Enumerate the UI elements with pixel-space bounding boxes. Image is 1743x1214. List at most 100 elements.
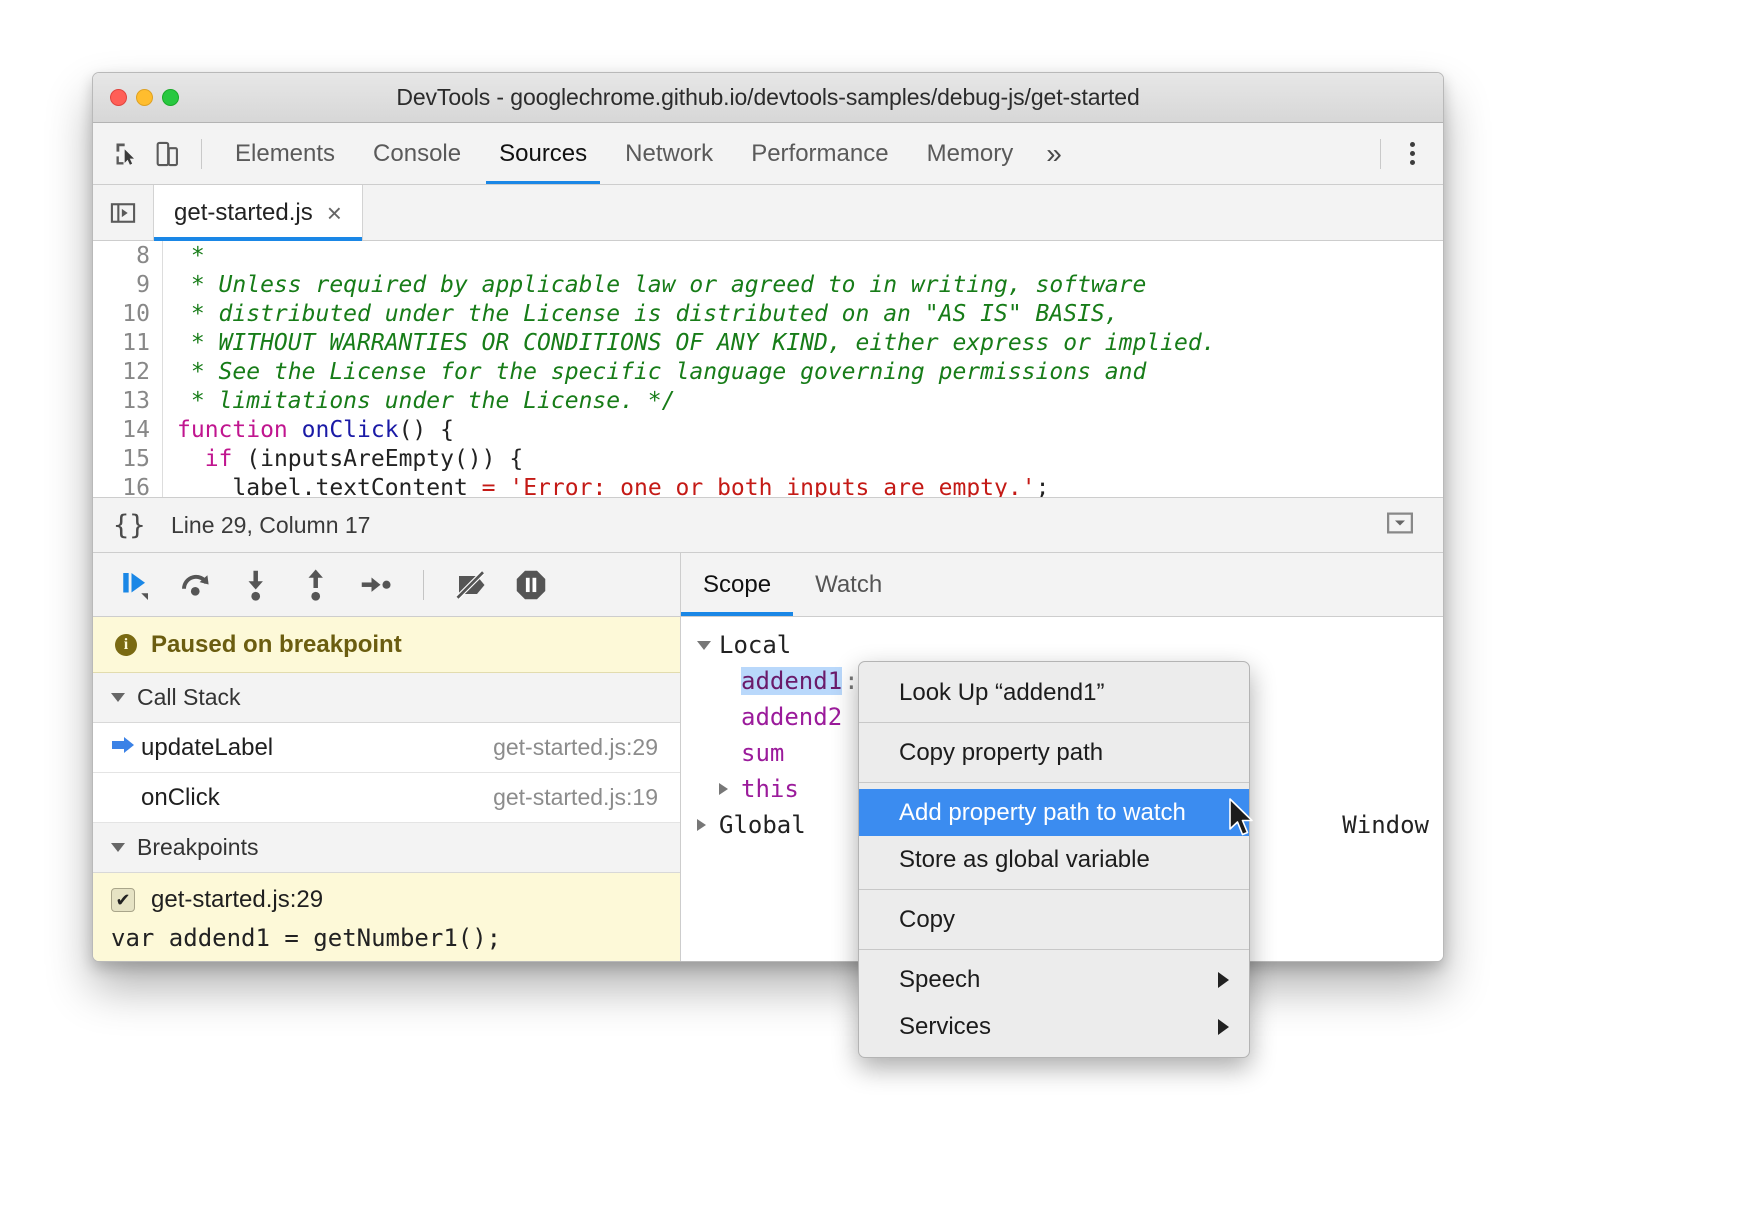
breakpoints-section-header[interactable]: Breakpoints [93,823,680,873]
context-menu-item[interactable]: Look Up “addend1” [859,669,1249,716]
tab-console[interactable]: Console [354,123,480,184]
line-number[interactable]: 13 [93,386,163,415]
code-line: 12 * See the License for the specific la… [93,357,1443,386]
code-token [177,446,205,472]
context-menu-separator [859,949,1249,950]
code-line-text[interactable]: * WITHOUT WARRANTIES OR CONDITIONS OF AN… [163,330,1216,356]
context-menu-item[interactable]: Services [859,1003,1249,1050]
panel-tabs: Elements Console Sources Network Perform… [216,123,1076,184]
pretty-print-braces-icon[interactable]: {} [113,510,171,541]
deactivate-breakpoints-icon[interactable] [446,560,496,610]
line-number[interactable]: 9 [93,270,163,299]
device-toolbar-icon[interactable] [147,134,187,174]
code-line-text[interactable]: * See the License for the specific langu… [163,359,1146,385]
line-number[interactable]: 16 [93,473,163,497]
toolbar-right [1366,134,1429,174]
toolbar-divider [201,139,202,169]
debugger-left-pane: i Paused on breakpoint Call Stack update… [93,553,681,961]
call-stack-frame-onclick[interactable]: onClick get-started.js:19 [93,773,680,823]
code-line: 9 * Unless required by applicable law or… [93,270,1443,299]
context-menu-item[interactable]: Copy [859,896,1249,943]
chevron-right-icon[interactable] [719,783,741,795]
more-tabs-button[interactable]: » [1032,123,1076,184]
devtools-toolbar: Elements Console Sources Network Perform… [93,123,1443,185]
breakpoint-header: ✔ get-started.js:29 [111,886,662,914]
context-menu-item[interactable]: Add property path to watch [859,789,1249,836]
code-line-text[interactable]: if (inputsAreEmpty()) { [163,446,523,472]
step-icon[interactable] [351,560,401,610]
inspect-element-icon[interactable] [107,134,147,174]
line-number[interactable]: 15 [93,444,163,473]
code-line-text[interactable]: * Unless required by applicable law or a… [163,272,1146,298]
info-icon: i [115,634,137,656]
window-titlebar: DevTools - googlechrome.github.io/devtoo… [93,73,1443,123]
line-number[interactable]: 10 [93,299,163,328]
breakpoint-checkbox[interactable]: ✔ [111,888,135,912]
code-token: 'Error: one or both inputs are empty.' [509,475,1035,498]
line-number[interactable]: 8 [93,241,163,270]
code-token: ; [1036,475,1050,498]
context-menu-item[interactable]: Speech [859,956,1249,1003]
scope-property-name: this [741,775,799,803]
context-menu: Look Up “addend1” Copy property path Add p… [858,661,1250,1058]
context-menu-item-label: Copy property path [899,739,1103,767]
breakpoints-title: Breakpoints [137,834,258,861]
code-line: 13 * limitations under the License. */ [93,386,1443,415]
scope-watch-tabs: Scope Watch [681,553,1443,617]
code-line-text[interactable]: * [163,243,219,269]
call-stack-section-header[interactable]: Call Stack [93,673,680,723]
scope-global-value: Window [1342,811,1429,839]
close-icon[interactable]: × [327,200,342,226]
code-token: * WITHOUT WARRANTIES OR CONDITIONS OF AN… [177,330,1216,356]
code-token: * [177,243,219,269]
frame-location: get-started.js:29 [493,734,658,761]
kebab-menu-icon[interactable] [1395,134,1429,174]
pause-on-exceptions-icon[interactable] [506,560,556,610]
code-line-text[interactable]: * distributed under the License is distr… [163,301,1119,327]
code-token: * Unless required by applicable law or a… [177,272,1146,298]
step-into-next-function-call-icon[interactable] [231,560,281,610]
chevron-down-icon [111,843,125,852]
breakpoint-list-item[interactable]: ✔ get-started.js:29 var addend1 = getNum… [93,873,680,962]
tab-watch[interactable]: Watch [793,553,904,616]
context-menu-separator [859,782,1249,783]
line-number[interactable]: 14 [93,415,163,444]
code-editor[interactable]: 8 * 9 * Unless required by applicable la… [93,241,1443,497]
resume-script-execution-icon[interactable] [111,560,161,610]
context-menu-item-label: Speech [899,966,980,994]
tab-elements[interactable]: Elements [216,123,354,184]
code-line-text[interactable]: function onClick() { [163,417,454,443]
scope-group-local[interactable]: Local [681,627,1443,663]
line-number[interactable]: 12 [93,357,163,386]
submenu-arrow-icon [1218,1019,1229,1035]
file-tab-get-started-js[interactable]: get-started.js × [153,185,363,240]
tab-scope[interactable]: Scope [681,553,793,616]
code-token: = [482,475,496,498]
code-token: function [177,417,302,443]
context-menu-item[interactable]: Copy property path [859,729,1249,776]
context-menu-item-label: Look Up “addend1” [899,679,1104,707]
frame-name: updateLabel [141,734,273,762]
call-stack-title: Call Stack [137,684,241,711]
tab-sources[interactable]: Sources [480,123,606,184]
step-over-next-function-call-icon[interactable] [171,560,221,610]
code-line-text[interactable]: label.textContent = 'Error: one or both … [163,475,1049,498]
code-token: * distributed under the License is distr… [177,301,1119,327]
code-token: * See the License for the specific langu… [177,359,1146,385]
show-navigator-icon[interactable] [93,185,153,240]
expand-panel-icon[interactable] [1385,508,1415,543]
code-token: () { [399,417,454,443]
scope-property-name: addend2 [741,703,842,731]
step-out-of-current-function-icon[interactable] [291,560,341,610]
tab-memory[interactable]: Memory [908,123,1033,184]
context-menu-item[interactable]: Store as global variable [859,836,1249,883]
context-menu-item-label: Services [899,1013,991,1041]
chevron-right-icon[interactable] [697,819,719,831]
line-number[interactable]: 11 [93,328,163,357]
code-token: label.textContent [177,475,482,498]
chevron-down-icon [111,693,125,702]
tab-performance[interactable]: Performance [732,123,907,184]
code-line-text[interactable]: * limitations under the License. */ [163,388,676,414]
tab-network[interactable]: Network [606,123,732,184]
call-stack-frame-updatelabel[interactable]: updateLabel get-started.js:29 [93,723,680,773]
